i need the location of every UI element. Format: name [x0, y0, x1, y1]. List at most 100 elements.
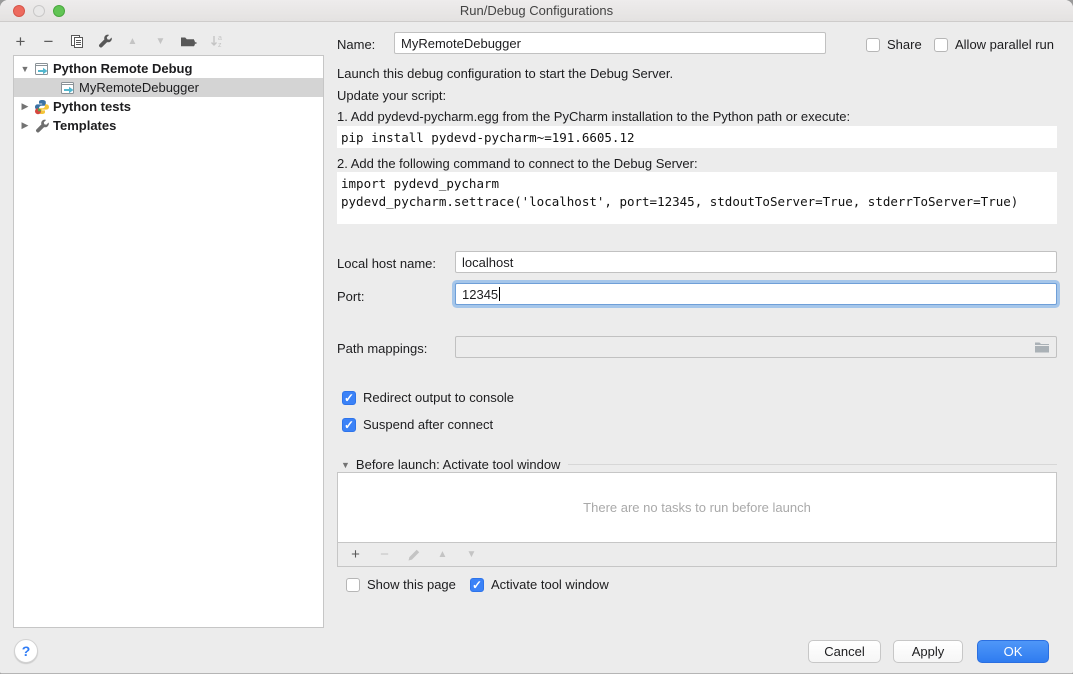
tree-item-label: Python tests [53, 99, 131, 114]
chevron-right-icon[interactable]: ▶ [20, 120, 30, 131]
chevron-down-icon[interactable]: ▼ [20, 64, 30, 74]
plus-icon: + [351, 547, 360, 562]
pencil-icon [407, 548, 421, 562]
instruction-line-2: Update your script: [337, 88, 446, 103]
instruction-step-1: 1. Add pydevd-pycharm.egg from the PyCha… [337, 109, 850, 124]
svg-text:z: z [218, 42, 222, 49]
share-checkbox[interactable]: ✓ Share [866, 36, 922, 52]
copy-icon [69, 33, 85, 49]
local-host-name-label: Local host name: [337, 256, 436, 271]
remote-debug-icon [34, 61, 50, 77]
port-value: 12345 [462, 287, 498, 302]
local-host-name-input[interactable] [455, 251, 1057, 273]
minus-icon: − [44, 33, 54, 50]
redirect-output-checkbox[interactable]: ✓ Redirect output to console [342, 389, 514, 405]
configurations-toolbar: + − ▲ ▼ a z [12, 30, 225, 52]
add-configuration-button[interactable]: + [12, 32, 29, 50]
ok-button[interactable]: OK [977, 640, 1049, 663]
edit-task-button[interactable] [405, 546, 422, 564]
apply-button[interactable]: Apply [893, 640, 963, 663]
tree-item-python-tests[interactable]: ▶ Python tests [14, 97, 323, 116]
name-input[interactable] [394, 32, 826, 54]
show-this-page-label: Show this page [367, 577, 456, 592]
activate-tool-window-label: Activate tool window [491, 577, 609, 592]
before-launch-toolbar: + − ▲ ▼ [337, 543, 1057, 567]
create-folder-button[interactable] [180, 32, 197, 50]
allow-parallel-label: Allow parallel run [955, 37, 1054, 52]
tree-item-myremotedebugger[interactable]: MyRemoteDebugger [14, 78, 323, 97]
text-cursor [499, 287, 500, 301]
move-task-up-button[interactable]: ▲ [434, 546, 451, 564]
python-tests-icon [34, 99, 50, 115]
before-launch-title: Before launch: Activate tool window [356, 457, 561, 472]
suspend-after-connect-checkbox[interactable]: ✓ Suspend after connect [342, 416, 493, 432]
minus-icon: − [380, 547, 389, 562]
sort-configurations-button[interactable]: a z [208, 32, 225, 50]
allow-parallel-checkbox-box[interactable]: ✓ [934, 38, 948, 52]
remove-configuration-button[interactable]: − [40, 32, 57, 50]
name-label: Name: [337, 37, 375, 52]
check-icon: ✓ [344, 391, 354, 405]
move-up-button[interactable]: ▲ [124, 32, 141, 50]
remote-debug-icon [60, 80, 76, 96]
empty-tasks-message: There are no tasks to run before launch [583, 500, 811, 515]
tree-item-templates[interactable]: ▶ Templates [14, 116, 323, 135]
show-page-checkbox-box[interactable]: ✓ [346, 578, 360, 592]
share-checkbox-box[interactable]: ✓ [866, 38, 880, 52]
title-bar: Run/Debug Configurations [0, 0, 1073, 22]
suspend-after-connect-label: Suspend after connect [363, 417, 493, 432]
edit-templates-button[interactable] [96, 32, 113, 50]
port-input[interactable]: 12345 [455, 283, 1057, 305]
path-mappings-input[interactable] [455, 336, 1057, 358]
activate-checkbox-box[interactable]: ✓ [470, 578, 484, 592]
before-launch-task-list: There are no tasks to run before launch [337, 472, 1057, 543]
allow-parallel-run-checkbox[interactable]: ✓ Allow parallel run [934, 36, 1054, 52]
wrench-icon [34, 118, 50, 134]
folder-icon[interactable] [1034, 340, 1050, 354]
new-folder-icon [180, 33, 197, 49]
wrench-icon [97, 33, 113, 49]
remove-task-button[interactable]: − [376, 546, 393, 564]
configurations-tree: ▼ Python Remote Debug MyRemoteDebugger [13, 55, 324, 628]
redirect-checkbox-box[interactable]: ✓ [342, 391, 356, 405]
chevron-right-icon[interactable]: ▶ [20, 101, 30, 112]
tree-item-label: MyRemoteDebugger [79, 80, 199, 95]
arrow-down-icon: ▼ [467, 549, 477, 560]
suspend-checkbox-box[interactable]: ✓ [342, 418, 356, 432]
move-task-down-button[interactable]: ▼ [463, 546, 480, 564]
tree-item-label: Templates [53, 118, 116, 133]
window-title: Run/Debug Configurations [0, 3, 1073, 18]
tree-item-python-remote-debug[interactable]: ▼ Python Remote Debug [14, 59, 323, 78]
svg-text:a: a [218, 35, 222, 42]
show-this-page-checkbox[interactable]: ✓ Show this page [346, 576, 456, 592]
move-down-button[interactable]: ▼ [152, 32, 169, 50]
check-icon: ✓ [344, 418, 354, 432]
question-mark-icon: ? [22, 643, 31, 659]
settrace-code-line-1: import pydevd_pycharm [341, 176, 499, 191]
pip-install-code: pip install pydevd-pycharm~=191.6605.12 [337, 126, 1057, 148]
help-button[interactable]: ? [14, 639, 38, 663]
path-mappings-label: Path mappings: [337, 341, 427, 356]
instruction-step-2: 2. Add the following command to connect … [337, 156, 698, 171]
copy-configuration-button[interactable] [68, 32, 85, 50]
instruction-line-1: Launch this debug configuration to start… [337, 66, 673, 81]
plus-icon: + [16, 33, 26, 50]
check-icon: ✓ [472, 578, 482, 592]
activate-tool-window-checkbox[interactable]: ✓ Activate tool window [470, 576, 609, 592]
add-task-button[interactable]: + [347, 546, 364, 564]
sort-alphabetically-icon: a z [209, 33, 225, 49]
arrow-up-icon: ▲ [128, 36, 138, 47]
section-divider [568, 464, 1057, 465]
share-label: Share [887, 37, 922, 52]
tree-item-label: Python Remote Debug [53, 61, 192, 76]
arrow-down-icon: ▼ [156, 36, 166, 47]
arrow-up-icon: ▲ [438, 549, 448, 560]
settrace-code-line-2: pydevd_pycharm.settrace('localhost', por… [341, 194, 1018, 209]
cancel-button[interactable]: Cancel [808, 640, 881, 663]
port-label: Port: [337, 289, 364, 304]
run-debug-configurations-dialog: Run/Debug Configurations + − ▲ ▼ [0, 0, 1073, 674]
before-launch-section-header[interactable]: ▼ Before launch: Activate tool window [341, 457, 1057, 472]
chevron-down-icon[interactable]: ▼ [341, 460, 350, 470]
redirect-output-label: Redirect output to console [363, 390, 514, 405]
settrace-code: import pydevd_pycharm pydevd_pycharm.set… [337, 172, 1057, 224]
